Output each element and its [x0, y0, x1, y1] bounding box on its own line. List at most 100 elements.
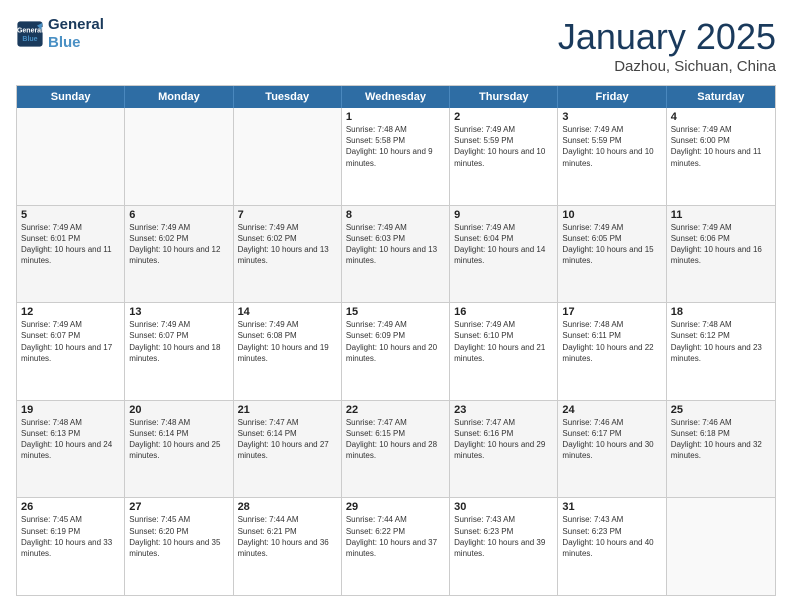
calendar-cell: 26Sunrise: 7:45 AM Sunset: 6:19 PM Dayli…	[17, 498, 125, 595]
location: Dazhou, Sichuan, China	[558, 58, 776, 75]
month-title: January 2025	[558, 16, 776, 58]
calendar-cell: 8Sunrise: 7:49 AM Sunset: 6:03 PM Daylig…	[342, 206, 450, 303]
day-number: 5	[21, 209, 120, 221]
day-number: 30	[454, 501, 553, 513]
calendar-cell: 7Sunrise: 7:49 AM Sunset: 6:02 PM Daylig…	[234, 206, 342, 303]
day-number: 6	[129, 209, 228, 221]
calendar-cell: 30Sunrise: 7:43 AM Sunset: 6:23 PM Dayli…	[450, 498, 558, 595]
day-number: 18	[671, 306, 771, 318]
day-number: 19	[21, 404, 120, 416]
day-number: 21	[238, 404, 337, 416]
day-number: 3	[562, 111, 661, 123]
calendar-cell: 20Sunrise: 7:48 AM Sunset: 6:14 PM Dayli…	[125, 401, 233, 498]
day-number: 25	[671, 404, 771, 416]
calendar-cell: 14Sunrise: 7:49 AM Sunset: 6:08 PM Dayli…	[234, 303, 342, 400]
header-thursday: Thursday	[450, 86, 558, 108]
calendar-cell: 15Sunrise: 7:49 AM Sunset: 6:09 PM Dayli…	[342, 303, 450, 400]
day-number: 31	[562, 501, 661, 513]
cell-info: Sunrise: 7:48 AM Sunset: 6:14 PM Dayligh…	[129, 417, 228, 462]
calendar-cell: 11Sunrise: 7:49 AM Sunset: 6:06 PM Dayli…	[667, 206, 775, 303]
day-number: 23	[454, 404, 553, 416]
day-number: 2	[454, 111, 553, 123]
calendar-row-4: 26Sunrise: 7:45 AM Sunset: 6:19 PM Dayli…	[17, 497, 775, 595]
calendar-cell: 24Sunrise: 7:46 AM Sunset: 6:17 PM Dayli…	[558, 401, 666, 498]
calendar-cell: 19Sunrise: 7:48 AM Sunset: 6:13 PM Dayli…	[17, 401, 125, 498]
header-saturday: Saturday	[667, 86, 775, 108]
header: General Blue General Blue January 2025 D…	[16, 16, 776, 75]
day-number: 7	[238, 209, 337, 221]
cell-info: Sunrise: 7:49 AM Sunset: 6:01 PM Dayligh…	[21, 222, 120, 267]
day-number: 15	[346, 306, 445, 318]
cell-info: Sunrise: 7:49 AM Sunset: 6:07 PM Dayligh…	[21, 319, 120, 364]
cell-info: Sunrise: 7:49 AM Sunset: 5:59 PM Dayligh…	[562, 124, 661, 169]
calendar-header: Sunday Monday Tuesday Wednesday Thursday…	[17, 86, 775, 108]
calendar-cell: 31Sunrise: 7:43 AM Sunset: 6:23 PM Dayli…	[558, 498, 666, 595]
cell-info: Sunrise: 7:49 AM Sunset: 6:02 PM Dayligh…	[238, 222, 337, 267]
calendar-cell: 27Sunrise: 7:45 AM Sunset: 6:20 PM Dayli…	[125, 498, 233, 595]
logo-text-line2: Blue	[48, 34, 104, 52]
logo: General Blue General Blue	[16, 16, 104, 52]
calendar-cell	[17, 108, 125, 205]
day-number: 22	[346, 404, 445, 416]
day-number: 12	[21, 306, 120, 318]
svg-text:General: General	[17, 28, 43, 35]
cell-info: Sunrise: 7:48 AM Sunset: 6:13 PM Dayligh…	[21, 417, 120, 462]
page: General Blue General Blue January 2025 D…	[0, 0, 792, 612]
day-number: 11	[671, 209, 771, 221]
logo-icon: General Blue	[16, 20, 44, 48]
header-friday: Friday	[558, 86, 666, 108]
cell-info: Sunrise: 7:49 AM Sunset: 6:10 PM Dayligh…	[454, 319, 553, 364]
calendar-cell: 22Sunrise: 7:47 AM Sunset: 6:15 PM Dayli…	[342, 401, 450, 498]
header-sunday: Sunday	[17, 86, 125, 108]
cell-info: Sunrise: 7:47 AM Sunset: 6:14 PM Dayligh…	[238, 417, 337, 462]
calendar-cell: 9Sunrise: 7:49 AM Sunset: 6:04 PM Daylig…	[450, 206, 558, 303]
calendar-cell: 10Sunrise: 7:49 AM Sunset: 6:05 PM Dayli…	[558, 206, 666, 303]
day-number: 26	[21, 501, 120, 513]
calendar-cell: 29Sunrise: 7:44 AM Sunset: 6:22 PM Dayli…	[342, 498, 450, 595]
cell-info: Sunrise: 7:45 AM Sunset: 6:20 PM Dayligh…	[129, 514, 228, 559]
cell-info: Sunrise: 7:46 AM Sunset: 6:17 PM Dayligh…	[562, 417, 661, 462]
calendar-cell: 21Sunrise: 7:47 AM Sunset: 6:14 PM Dayli…	[234, 401, 342, 498]
calendar: Sunday Monday Tuesday Wednesday Thursday…	[16, 85, 776, 596]
cell-info: Sunrise: 7:49 AM Sunset: 6:00 PM Dayligh…	[671, 124, 771, 169]
calendar-cell: 17Sunrise: 7:48 AM Sunset: 6:11 PM Dayli…	[558, 303, 666, 400]
cell-info: Sunrise: 7:44 AM Sunset: 6:22 PM Dayligh…	[346, 514, 445, 559]
calendar-cell: 16Sunrise: 7:49 AM Sunset: 6:10 PM Dayli…	[450, 303, 558, 400]
cell-info: Sunrise: 7:48 AM Sunset: 5:58 PM Dayligh…	[346, 124, 445, 169]
day-number: 29	[346, 501, 445, 513]
day-number: 17	[562, 306, 661, 318]
day-number: 20	[129, 404, 228, 416]
calendar-cell: 6Sunrise: 7:49 AM Sunset: 6:02 PM Daylig…	[125, 206, 233, 303]
calendar-cell	[234, 108, 342, 205]
calendar-cell: 18Sunrise: 7:48 AM Sunset: 6:12 PM Dayli…	[667, 303, 775, 400]
day-number: 9	[454, 209, 553, 221]
header-wednesday: Wednesday	[342, 86, 450, 108]
cell-info: Sunrise: 7:49 AM Sunset: 6:02 PM Dayligh…	[129, 222, 228, 267]
day-number: 10	[562, 209, 661, 221]
day-number: 28	[238, 501, 337, 513]
calendar-row-0: 1Sunrise: 7:48 AM Sunset: 5:58 PM Daylig…	[17, 108, 775, 205]
calendar-row-2: 12Sunrise: 7:49 AM Sunset: 6:07 PM Dayli…	[17, 302, 775, 400]
cell-info: Sunrise: 7:43 AM Sunset: 6:23 PM Dayligh…	[562, 514, 661, 559]
calendar-cell: 5Sunrise: 7:49 AM Sunset: 6:01 PM Daylig…	[17, 206, 125, 303]
header-tuesday: Tuesday	[234, 86, 342, 108]
day-number: 16	[454, 306, 553, 318]
calendar-cell: 1Sunrise: 7:48 AM Sunset: 5:58 PM Daylig…	[342, 108, 450, 205]
cell-info: Sunrise: 7:49 AM Sunset: 6:07 PM Dayligh…	[129, 319, 228, 364]
calendar-cell: 12Sunrise: 7:49 AM Sunset: 6:07 PM Dayli…	[17, 303, 125, 400]
logo-text-line1: General	[48, 16, 104, 34]
cell-info: Sunrise: 7:49 AM Sunset: 6:03 PM Dayligh…	[346, 222, 445, 267]
cell-info: Sunrise: 7:47 AM Sunset: 6:16 PM Dayligh…	[454, 417, 553, 462]
cell-info: Sunrise: 7:48 AM Sunset: 6:11 PM Dayligh…	[562, 319, 661, 364]
day-number: 24	[562, 404, 661, 416]
cell-info: Sunrise: 7:48 AM Sunset: 6:12 PM Dayligh…	[671, 319, 771, 364]
calendar-cell: 4Sunrise: 7:49 AM Sunset: 6:00 PM Daylig…	[667, 108, 775, 205]
day-number: 8	[346, 209, 445, 221]
header-monday: Monday	[125, 86, 233, 108]
calendar-cell	[125, 108, 233, 205]
cell-info: Sunrise: 7:47 AM Sunset: 6:15 PM Dayligh…	[346, 417, 445, 462]
calendar-cell	[667, 498, 775, 595]
cell-info: Sunrise: 7:49 AM Sunset: 6:09 PM Dayligh…	[346, 319, 445, 364]
cell-info: Sunrise: 7:49 AM Sunset: 6:08 PM Dayligh…	[238, 319, 337, 364]
day-number: 13	[129, 306, 228, 318]
